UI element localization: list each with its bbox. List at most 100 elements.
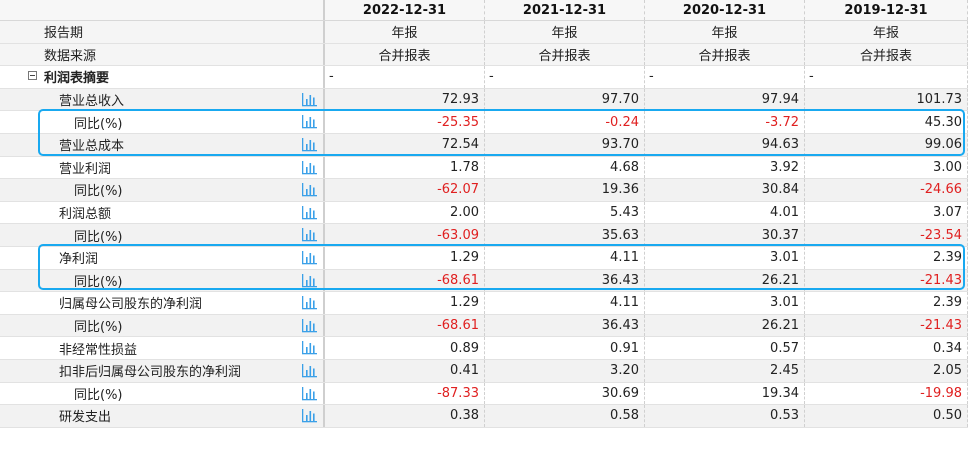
bar-chart-icon[interactable] — [301, 363, 318, 378]
period-header[interactable]: 2019-12-31 — [805, 0, 968, 20]
row-label: 同比(%) — [74, 184, 123, 200]
table-cell: 35.63 — [485, 224, 645, 246]
table-row: 同比(%) -68.61 36.43 26.21 -21.43 — [0, 314, 968, 338]
bar-chart-icon[interactable] — [301, 318, 318, 333]
table-cell: 0.57 — [645, 337, 805, 359]
income-statement-table: 2022-12-31 2021-12-31 2020-12-31 2019-12… — [0, 0, 968, 428]
table-cell: -62.07 — [325, 179, 485, 201]
table-row: 营业利润 1.78 4.68 3.92 3.00 — [0, 156, 968, 180]
bar-chart-icon[interactable] — [301, 340, 318, 355]
section-title: 利润表摘要 — [44, 71, 110, 87]
bar-chart-icon[interactable] — [301, 273, 318, 288]
table-cell: -87.33 — [325, 382, 485, 405]
table-cell: 1.29 — [325, 246, 485, 269]
bar-chart-icon[interactable] — [301, 250, 318, 265]
table-cell: 26.21 — [645, 314, 805, 337]
table-cell: 2.00 — [325, 201, 485, 224]
table-cell: 101.73 — [805, 88, 968, 111]
table-cell: 99.06 — [805, 133, 968, 156]
table-cell: 30.69 — [485, 382, 645, 405]
data-source-row: 数据来源 合并报表 合并报表 合并报表 合并报表 — [0, 43, 968, 67]
row-label: 数据来源 — [44, 48, 97, 64]
bar-chart-icon[interactable] — [301, 205, 318, 220]
table-cell: 年报 — [325, 21, 485, 43]
table-cell: - — [325, 66, 485, 88]
table-cell: 3.07 — [805, 201, 968, 224]
table-cell: 3.20 — [485, 359, 645, 382]
bar-chart-icon[interactable] — [301, 92, 318, 107]
table-cell: 0.53 — [645, 405, 805, 427]
table-cell: 45.30 — [805, 111, 968, 133]
table-cell: 1.78 — [325, 156, 485, 179]
table-cell: 97.94 — [645, 88, 805, 111]
table-cell: 94.63 — [645, 133, 805, 156]
table-row: 扣非后归属母公司股东的净利润 0.41 3.20 2.45 2.05 — [0, 359, 968, 383]
table-cell: -68.61 — [325, 314, 485, 337]
table-cell: 0.38 — [325, 405, 485, 427]
table-cell: 36.43 — [485, 269, 645, 292]
row-label: 同比(%) — [74, 116, 123, 132]
bar-chart-icon[interactable] — [301, 137, 318, 152]
collapse-minus-icon[interactable] — [28, 71, 37, 81]
table-row: 同比(%) -87.33 30.69 19.34 -19.98 — [0, 382, 968, 406]
table-cell: 2.45 — [645, 359, 805, 382]
table-cell: 合并报表 — [645, 43, 805, 66]
table-cell: 年报 — [645, 21, 805, 43]
row-label: 同比(%) — [74, 229, 123, 245]
table-cell: 2.39 — [805, 246, 968, 269]
bar-chart-icon[interactable] — [301, 227, 318, 242]
table-cell: -0.24 — [485, 111, 645, 133]
bar-chart-icon[interactable] — [301, 114, 318, 129]
table-cell: 0.89 — [325, 337, 485, 359]
table-cell: 2.39 — [805, 292, 968, 314]
table-cell: -68.61 — [325, 269, 485, 292]
row-label: 同比(%) — [74, 274, 123, 290]
period-header[interactable]: 2021-12-31 — [485, 0, 645, 20]
table-cell: 0.41 — [325, 359, 485, 382]
table-cell: 3.01 — [645, 292, 805, 314]
row-label: 归属母公司股东的净利润 — [59, 297, 203, 313]
table-cell: -25.35 — [325, 111, 485, 133]
row-label: 营业利润 — [59, 161, 112, 177]
table-cell: -3.72 — [645, 111, 805, 133]
table-cell: 30.84 — [645, 179, 805, 201]
bar-chart-icon[interactable] — [301, 408, 318, 423]
table-row: 同比(%) -25.35 -0.24 -3.72 45.30 — [0, 111, 968, 134]
table-cell: 93.70 — [485, 133, 645, 156]
row-label: 报告期 — [44, 26, 84, 42]
bar-chart-icon[interactable] — [301, 386, 318, 401]
table-row: 非经常性损益 0.89 0.91 0.57 0.34 — [0, 337, 968, 360]
table-row: 研发支出 0.38 0.58 0.53 0.50 — [0, 405, 968, 428]
table-header-row: 2022-12-31 2021-12-31 2020-12-31 2019-12… — [0, 0, 968, 21]
period-header[interactable]: 2022-12-31 — [325, 0, 485, 20]
table-cell: 19.36 — [485, 179, 645, 201]
table-cell: 4.11 — [485, 246, 645, 269]
table-row: 同比(%) -63.09 35.63 30.37 -23.54 — [0, 224, 968, 247]
section-row-income-summary[interactable]: 利润表摘要 - - - - — [0, 66, 968, 89]
bar-chart-icon[interactable] — [301, 182, 318, 197]
report-period-row: 报告期 年报 年报 年报 年报 — [0, 21, 968, 44]
bar-chart-icon[interactable] — [301, 295, 318, 310]
table-row: 归属母公司股东的净利润 1.29 4.11 3.01 2.39 — [0, 292, 968, 315]
table-cell: 36.43 — [485, 314, 645, 337]
table-cell: 3.00 — [805, 156, 968, 179]
period-header[interactable]: 2020-12-31 — [645, 0, 805, 20]
table-cell: 3.92 — [645, 156, 805, 179]
table-cell: 合并报表 — [485, 43, 645, 66]
table-cell: -21.43 — [805, 269, 968, 292]
table-row: 营业总收入 72.93 97.70 97.94 101.73 — [0, 88, 968, 112]
table-cell: - — [805, 66, 968, 88]
table-cell: -23.54 — [805, 224, 968, 246]
row-label: 营业总成本 — [59, 139, 125, 155]
table-cell: -24.66 — [805, 179, 968, 201]
row-label: 利润总额 — [59, 207, 112, 223]
table-cell: 5.43 — [485, 201, 645, 224]
table-cell: 年报 — [805, 21, 968, 43]
table-cell: 1.29 — [325, 292, 485, 314]
table-cell: 合并报表 — [805, 43, 968, 66]
table-cell: 72.93 — [325, 88, 485, 111]
bar-chart-icon[interactable] — [301, 160, 318, 175]
table-row: 利润总额 2.00 5.43 4.01 3.07 — [0, 201, 968, 225]
row-label: 同比(%) — [74, 320, 123, 336]
table-cell: -21.43 — [805, 314, 968, 337]
